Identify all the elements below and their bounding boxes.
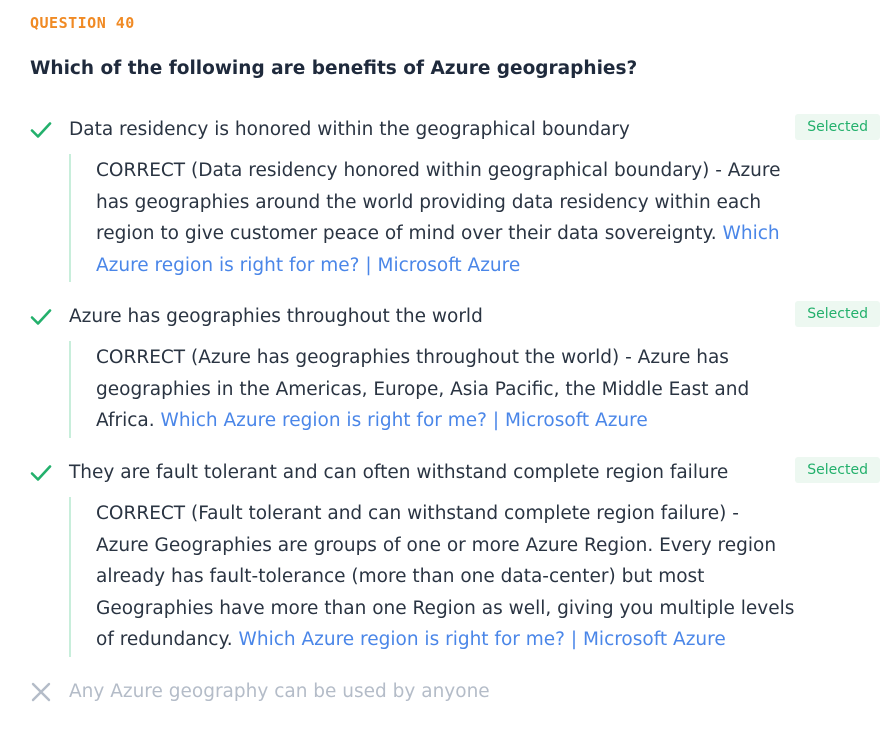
answer-explanation: CORRECT (Fault tolerant and can withstan… [69, 497, 796, 657]
answer-option-1: Data residency is honored within the geo… [30, 114, 880, 282]
answer-explanation: CORRECT (Data residency honored within g… [69, 154, 796, 282]
answer-option-3: They are fault tolerant and can often wi… [30, 457, 880, 657]
explanation-link[interactable]: Which Azure region is right for me? | Mi… [239, 629, 726, 650]
selected-badge: Selected [795, 301, 880, 327]
selected-badge: Selected [795, 114, 880, 140]
explanation-text: CORRECT (Data residency honored within g… [96, 160, 781, 244]
explanation-text: CORRECT (Fault tolerant and can withstan… [96, 503, 795, 650]
answer-option-4: Any Azure geography can be used by anyon… [30, 678, 880, 708]
answer-option-text: Data residency is honored within the geo… [69, 119, 630, 140]
question-number: QUESTION 40 [30, 14, 135, 32]
answer-option-2: Azure has geographies throughout the wor… [30, 301, 880, 438]
explanation-link[interactable]: Which Azure region is right for me? | Mi… [161, 410, 648, 431]
selected-badge: Selected [795, 457, 880, 483]
x-mark-icon [31, 682, 51, 702]
checkmark-icon [30, 122, 52, 138]
checkmark-icon [30, 465, 52, 481]
question-title: Which of the following are benefits of A… [30, 58, 638, 79]
answer-explanation: CORRECT (Azure has geographies throughou… [69, 341, 796, 438]
answer-option-text: Any Azure geography can be used by anyon… [69, 681, 490, 702]
answer-option-text: Azure has geographies throughout the wor… [69, 306, 483, 327]
answer-option-text: They are fault tolerant and can often wi… [69, 462, 729, 483]
checkmark-icon [30, 309, 52, 325]
